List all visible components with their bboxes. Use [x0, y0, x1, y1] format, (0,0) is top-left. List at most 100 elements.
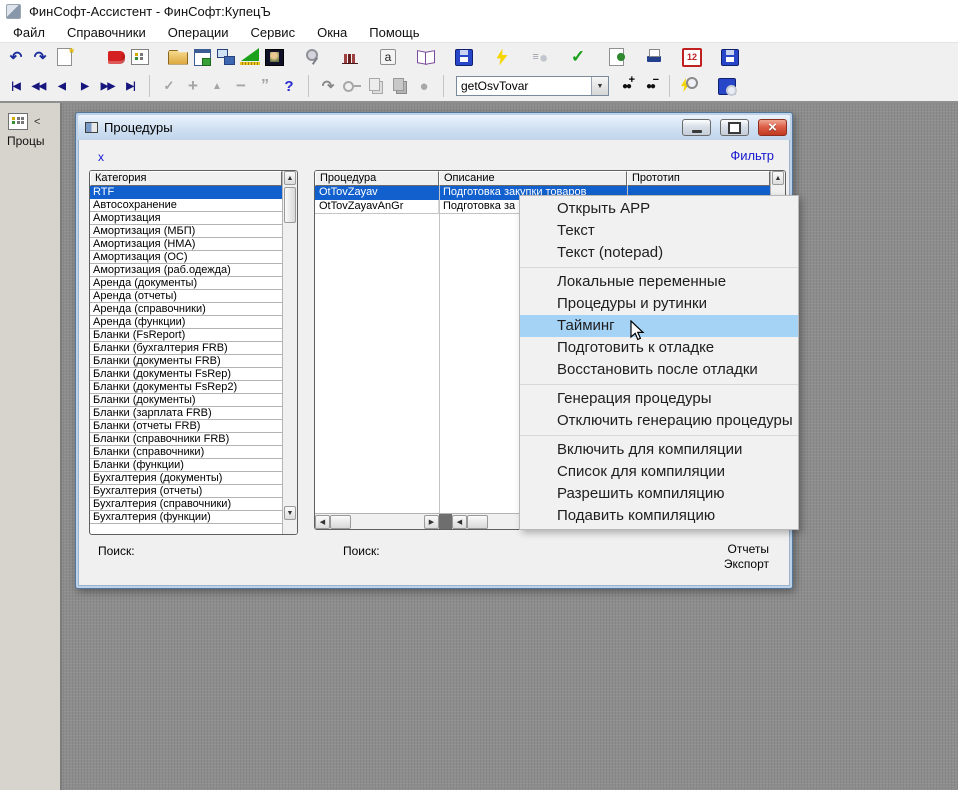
- context-item-suppress-compilation[interactable]: Подавить компиляцию: [520, 505, 798, 527]
- maximize-button[interactable]: [720, 119, 749, 136]
- panel-list-icon[interactable]: [8, 113, 28, 130]
- new-page-icon[interactable]: [52, 44, 76, 70]
- category-item[interactable]: Бланки (отчеты FRB): [90, 420, 282, 433]
- save-window-icon[interactable]: [452, 44, 476, 70]
- category-item[interactable]: Бланки (справочники FRB): [90, 433, 282, 446]
- minimize-button[interactable]: [682, 119, 711, 136]
- font-a-icon[interactable]: [376, 44, 400, 70]
- ruler-icon[interactable]: [238, 44, 262, 70]
- delete-icon[interactable]: [229, 73, 253, 99]
- save-search-icon[interactable]: [715, 73, 739, 99]
- pin-icon[interactable]: [300, 44, 324, 70]
- category-column-header[interactable]: Категория: [90, 171, 282, 186]
- nav-last-button[interactable]: [119, 74, 142, 98]
- window-layout-icon[interactable]: [190, 44, 214, 70]
- combobox-dropdown-button[interactable]: ▼: [591, 77, 608, 95]
- nav-back-button[interactable]: [50, 74, 73, 98]
- menu-directories[interactable]: Справочники: [56, 23, 157, 42]
- nav-forward-button[interactable]: [73, 74, 96, 98]
- category-item[interactable]: Бланки (документы FsRep): [90, 368, 282, 381]
- save-icon[interactable]: [718, 44, 742, 70]
- scroll-right-button[interactable]: ▶: [424, 515, 439, 529]
- printer-icon[interactable]: [642, 44, 666, 70]
- category-item[interactable]: Аренда (справочники): [90, 303, 282, 316]
- category-item[interactable]: Бланки (бухгалтерия FRB): [90, 342, 282, 355]
- menu-windows[interactable]: Окна: [306, 23, 358, 42]
- context-item-text-notepad[interactable]: Текст (notepad): [520, 242, 798, 264]
- scroll-down-button[interactable]: ▼: [284, 506, 296, 520]
- context-item-include-compilation[interactable]: Включить для компиляции: [520, 439, 798, 461]
- flash-search-icon[interactable]: [677, 73, 701, 99]
- context-item-open-app[interactable]: Открыть APP: [520, 198, 798, 220]
- scroll-left-button[interactable]: ◀: [315, 515, 330, 529]
- move-icon[interactable]: [388, 73, 412, 99]
- picture-icon[interactable]: [262, 44, 286, 70]
- find-remove-icon[interactable]: [638, 73, 662, 99]
- category-item[interactable]: Бланки (документы FsRep2): [90, 381, 282, 394]
- calendar-12-icon[interactable]: [680, 44, 704, 70]
- scrollbar-splitter[interactable]: [439, 514, 452, 530]
- column-header-procedure[interactable]: Процедура: [315, 171, 439, 186]
- comet-icon[interactable]: [528, 44, 552, 70]
- category-item[interactable]: Бухгалтерия (справочники): [90, 498, 282, 511]
- category-item[interactable]: Аренда (документы): [90, 277, 282, 290]
- context-item-compilation-list[interactable]: Список для компиляции: [520, 461, 798, 483]
- scroll-up-button[interactable]: ▲: [284, 171, 296, 185]
- scroll-thumb[interactable]: [467, 515, 488, 529]
- category-item[interactable]: Бланки (зарплата FRB): [90, 407, 282, 420]
- category-item[interactable]: Амортизация (НМА): [90, 238, 282, 251]
- nav-first-button[interactable]: [4, 74, 27, 98]
- scroll-thumb[interactable]: [330, 515, 351, 529]
- scroll-left-button[interactable]: ◀: [452, 515, 467, 529]
- category-item[interactable]: Бланки (функции): [90, 459, 282, 472]
- context-item-restore-after-debug[interactable]: Восстановить после отладки: [520, 359, 798, 381]
- category-item[interactable]: Амортизация (МБП): [90, 225, 282, 238]
- open-folder-icon[interactable]: [166, 44, 190, 70]
- reports-link[interactable]: Отчеты: [728, 542, 769, 556]
- close-button[interactable]: [758, 119, 787, 136]
- scroll-thumb[interactable]: [284, 187, 296, 223]
- check-icon[interactable]: [566, 44, 590, 70]
- key-icon[interactable]: [340, 73, 364, 99]
- confirm-icon[interactable]: [157, 73, 181, 99]
- stop-icon[interactable]: [412, 73, 436, 99]
- dialog-titlebar[interactable]: Процедуры: [78, 115, 790, 140]
- menu-file[interactable]: Файл: [2, 23, 56, 42]
- category-item[interactable]: Бухгалтерия (функции): [90, 511, 282, 524]
- page-undo-icon[interactable]: [4, 44, 28, 70]
- category-item[interactable]: Бланки (справочники): [90, 446, 282, 459]
- collapse-panel-button[interactable]: <: [34, 116, 40, 128]
- column-header-prototype[interactable]: Прототип: [627, 171, 770, 186]
- properties-icon[interactable]: [128, 44, 152, 70]
- network-icon[interactable]: [214, 44, 238, 70]
- context-item-text[interactable]: Текст: [520, 220, 798, 242]
- open-book-icon[interactable]: [414, 44, 438, 70]
- category-item[interactable]: Бланки (документы FRB): [90, 355, 282, 368]
- category-item[interactable]: RTF: [90, 186, 282, 199]
- context-item-procedures-routines[interactable]: Процедуры и рутинки: [520, 293, 798, 315]
- category-scrollbar[interactable]: ▲ ▼: [282, 171, 297, 534]
- menu-operations[interactable]: Операции: [157, 23, 240, 42]
- find-add-icon[interactable]: [614, 73, 638, 99]
- context-item-generate-procedure[interactable]: Генерация процедуры: [520, 388, 798, 410]
- context-item-allow-compilation[interactable]: Разрешить компиляцию: [520, 483, 798, 505]
- filter-link[interactable]: Фильтр: [730, 148, 774, 163]
- scroll-up-button[interactable]: ▲: [772, 171, 784, 185]
- category-item[interactable]: Амортизация (раб.одежда): [90, 264, 282, 277]
- quote-icon[interactable]: [253, 73, 277, 99]
- refresh-icon[interactable]: [316, 73, 340, 99]
- nav-fast-back-button[interactable]: [27, 74, 50, 98]
- menu-help[interactable]: Помощь: [358, 23, 430, 42]
- category-item[interactable]: Амортизация (ОС): [90, 251, 282, 264]
- chart-icon[interactable]: [338, 44, 362, 70]
- category-item[interactable]: Бланки (FsReport): [90, 329, 282, 342]
- procedure-search-input[interactable]: [457, 77, 591, 95]
- context-item-prepare-debug[interactable]: Подготовить к отладке: [520, 337, 798, 359]
- lightning-icon[interactable]: [490, 44, 514, 70]
- category-item[interactable]: Бухгалтерия (отчеты): [90, 485, 282, 498]
- export-link[interactable]: Экспорт: [724, 557, 769, 571]
- edit-icon[interactable]: [205, 73, 229, 99]
- category-item[interactable]: Аренда (отчеты): [90, 290, 282, 303]
- book-icon[interactable]: [104, 44, 128, 70]
- add-icon[interactable]: [181, 73, 205, 99]
